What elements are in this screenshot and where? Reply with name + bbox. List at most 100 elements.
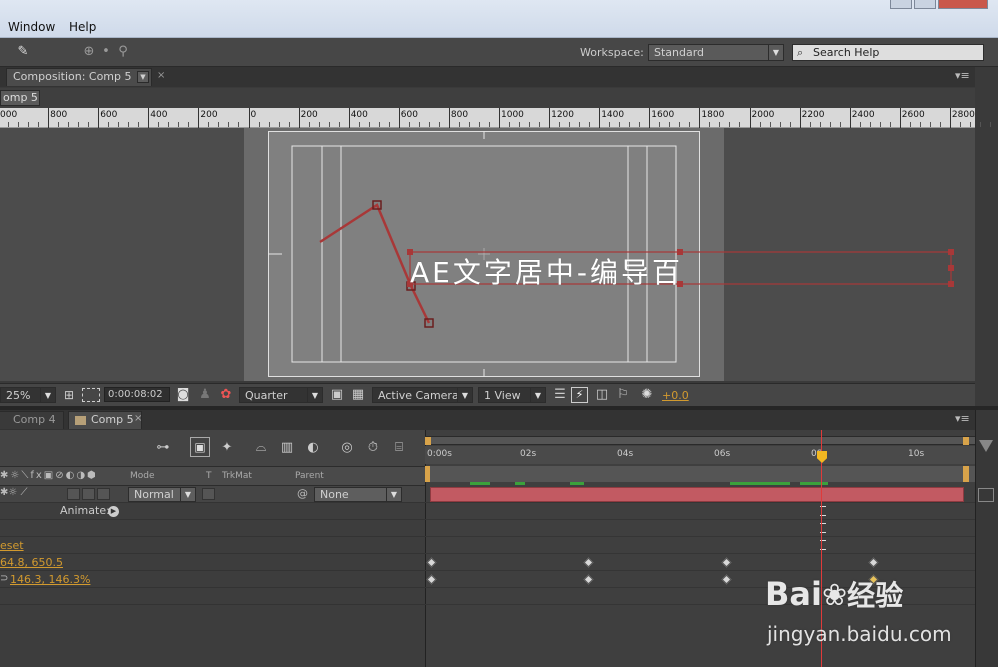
preserve-transparency-box[interactable] <box>202 488 215 500</box>
ruler-label: 2400 <box>851 110 875 120</box>
auto-keyframe-icon[interactable]: ⏱ <box>364 439 382 457</box>
breadcrumb-label: omp 5 <box>3 91 38 104</box>
composition-mini-flowchart-icon[interactable]: ⊶ <box>154 439 172 457</box>
zoom-marker-icon[interactable] <box>979 440 993 452</box>
ruler-label: 2600 <box>901 110 925 120</box>
navigator-end-handle[interactable] <box>963 437 969 445</box>
live-update-icon[interactable]: ▣ <box>190 437 210 457</box>
tab-comp4[interactable]: Comp 4 <box>0 411 64 429</box>
paw-icon: ❀ <box>821 578 848 613</box>
flowchart-icon[interactable]: ⚐ <box>614 386 632 404</box>
layer-switch-icons: ✱☼ ⟋ <box>0 487 28 498</box>
work-area-end[interactable] <box>963 466 969 482</box>
close-tab-icon[interactable]: × <box>157 70 165 81</box>
animate-menu-icon[interactable]: ▶ <box>108 506 119 517</box>
minimize-button[interactable] <box>890 0 912 9</box>
resolution-dropdown[interactable]: Quarter ▼ <box>239 387 323 403</box>
workspace-dropdown[interactable]: Standard ▼ <box>648 44 784 61</box>
ruler-minor-tick <box>659 122 661 127</box>
brainstorm-icon[interactable]: ◎ <box>338 439 356 457</box>
ruler-minor-tick <box>218 122 220 127</box>
menu-window[interactable]: Window <box>8 20 55 34</box>
show-snapshot-icon[interactable]: ♟ <box>196 386 214 404</box>
toggle-pixel-aspect-icon[interactable]: ☰ <box>551 386 569 404</box>
time-navigator[interactable] <box>425 436 975 445</box>
zoom-dropdown[interactable]: 25% ▼ <box>0 387 56 403</box>
camera-dropdown[interactable]: Active Camera ▼ <box>372 387 473 403</box>
breadcrumb[interactable]: omp 5 <box>0 90 40 106</box>
ruler-minor-tick <box>839 122 841 127</box>
timeline-icon[interactable]: ◫ <box>593 386 611 404</box>
work-area-start[interactable] <box>425 466 430 482</box>
draft-3d-icon[interactable]: ✦ <box>218 439 236 457</box>
snapshot-icon[interactable]: ◙ <box>174 386 192 404</box>
hide-shy-layers-icon[interactable]: ⌓ <box>252 439 270 457</box>
reset-link[interactable]: eset <box>0 539 24 552</box>
tab-composition-comp5[interactable]: Composition: Comp 5 ▼ <box>6 68 152 86</box>
panel-menu-icon[interactable]: ▾≡ <box>955 69 970 82</box>
fast-preview-lightning-icon[interactable]: ⚡ <box>571 387 588 403</box>
chevron-down-icon[interactable]: ▼ <box>137 71 149 83</box>
puppet-pin-icon[interactable]: ✎ <box>14 43 32 61</box>
maximize-button[interactable] <box>914 0 936 9</box>
close-tab-icon[interactable]: × <box>134 413 142 424</box>
view-layout-dropdown[interactable]: 1 View ▼ <box>478 387 546 403</box>
parent-value: None <box>320 488 349 501</box>
ruler-minor-tick <box>889 122 891 127</box>
ruler-tick <box>499 108 500 128</box>
layer-row[interactable]: ✱☼ ⟋ Normal ▼ @ None ▼ <box>0 486 425 503</box>
panel-menu-icon[interactable]: ▾≡ <box>955 412 970 425</box>
layer-duration-bar[interactable] <box>430 487 964 502</box>
add-pin-icon[interactable]: ⊕ <box>80 43 98 61</box>
watermark-brand: Bai <box>765 575 822 613</box>
ruler-minor-tick <box>859 122 861 127</box>
search-help-input[interactable]: ⌕ Search Help <box>792 44 984 61</box>
tab-comp5[interactable]: Comp 5 <box>68 411 142 429</box>
time-label: 04s <box>617 449 634 459</box>
transparency-grid-icon[interactable]: ▦ <box>349 386 367 404</box>
switches-header-icons: ✱☼⟍fx▣⊘◐◑⬢ <box>0 470 98 481</box>
animate-label: Animate: <box>60 504 110 517</box>
frame-blending-icon[interactable]: ▥ <box>278 439 296 457</box>
color-channels-icon[interactable]: ✿ <box>217 386 235 404</box>
ruler-minor-tick <box>989 122 991 127</box>
comp-button-icon[interactable] <box>978 488 994 502</box>
ruler-minor-tick <box>939 122 941 127</box>
pin-dot-icon[interactable]: • <box>97 43 115 61</box>
ruler-minor-tick <box>388 122 390 127</box>
close-button[interactable] <box>938 0 988 9</box>
work-area-bar[interactable] <box>425 466 975 482</box>
fast-previews-icon[interactable]: ▣ <box>328 386 346 404</box>
reset-exposure-icon[interactable]: ✺ <box>638 386 656 404</box>
pin-tool-icon[interactable]: ⚲ <box>114 43 132 61</box>
constrain-proportions-icon[interactable]: ⊃ <box>0 573 8 584</box>
pick-whip-icon[interactable]: @ <box>297 487 308 500</box>
ruler-minor-tick <box>228 122 230 127</box>
blend-mode-dropdown[interactable]: Normal ▼ <box>128 487 196 502</box>
overlay-text[interactable]: AE文字居中-编导百 <box>410 251 725 291</box>
layer-switch-box[interactable] <box>67 488 80 500</box>
ruler-tick <box>549 108 551 128</box>
exposure-value[interactable]: +0.0 <box>662 389 689 402</box>
ruler-minor-tick <box>879 122 881 127</box>
position-value[interactable]: 64.8, 650.5 <box>0 556 63 569</box>
layer-switch-box[interactable] <box>82 488 95 500</box>
timecode-field[interactable]: 0:00:08:02 <box>104 387 170 402</box>
navigator-start-handle[interactable] <box>425 437 431 445</box>
ruler-label: 800 <box>50 110 68 120</box>
tab-comp4-label: Comp 4 <box>13 413 56 426</box>
search-icon: ⌕ <box>797 46 804 59</box>
graph-editor-icon[interactable]: ⌸ <box>390 439 408 457</box>
menu-help[interactable]: Help <box>69 20 96 34</box>
parent-dropdown[interactable]: None ▼ <box>314 487 402 502</box>
ruler-minor-tick <box>909 122 911 127</box>
time-ruler[interactable] <box>425 446 975 464</box>
region-of-interest-icon[interactable] <box>82 388 100 402</box>
ruler-label: 600 <box>100 110 118 120</box>
grid-toggle-icon[interactable]: ⊞ <box>60 386 78 404</box>
scale-value[interactable]: 146.3, 146.3% <box>10 573 90 586</box>
ruler-label: 000 <box>0 110 18 120</box>
ruler-minor-tick <box>609 122 611 127</box>
layer-switch-box[interactable] <box>97 488 110 500</box>
motion-blur-icon[interactable]: ◐ <box>304 439 322 457</box>
